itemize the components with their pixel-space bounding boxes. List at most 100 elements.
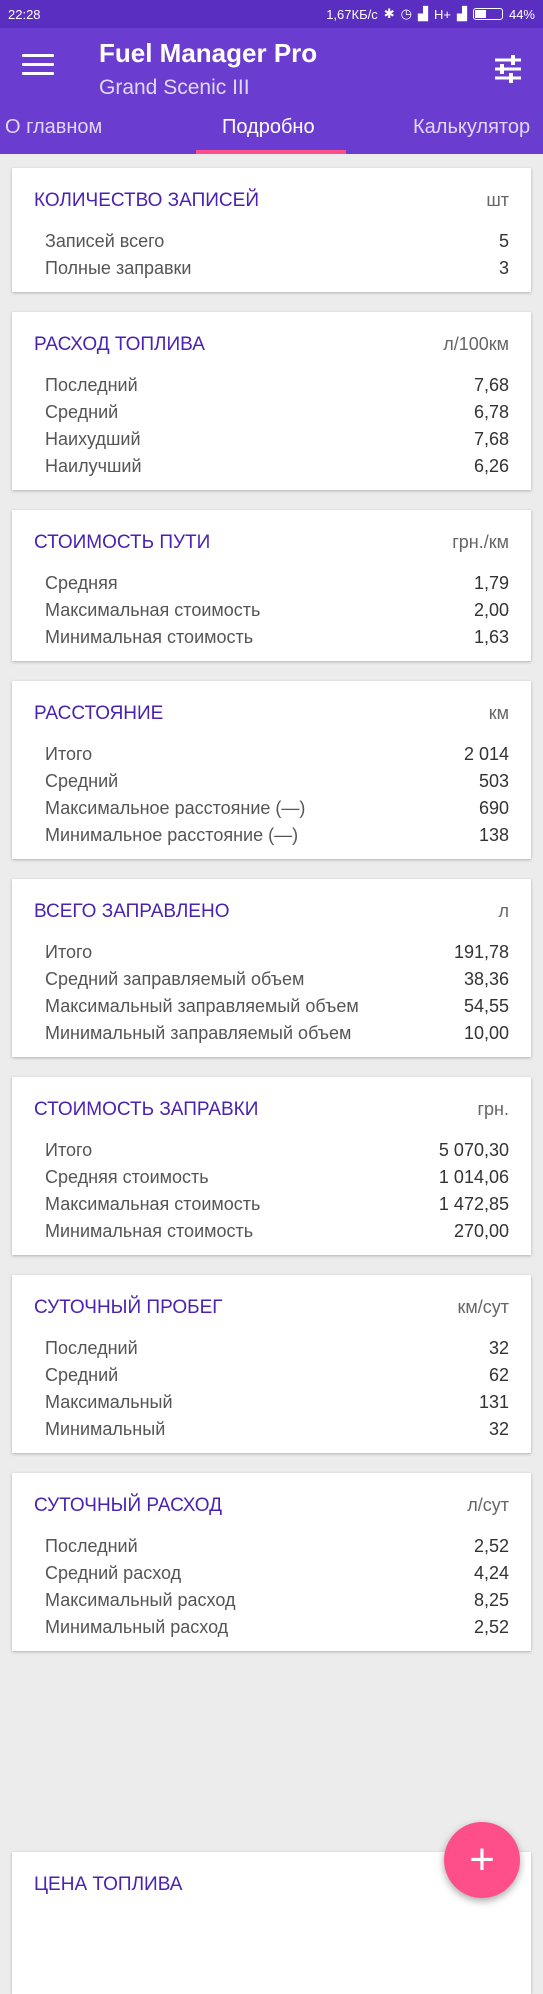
stat-row: Последний 32	[34, 1335, 509, 1362]
card-title: СУТОЧНЫЙ РАСХОД	[34, 1495, 222, 1516]
stat-row: Максимальная стоимость 2,00	[34, 597, 509, 624]
stat-row: Средний заправляемый объем 38,36	[34, 966, 509, 993]
stat-label: Минимальная стоимость	[45, 1221, 254, 1241]
stat-row: Минимальный заправляемый объем 10,00	[34, 1020, 509, 1047]
stat-value: 54,55	[463, 996, 509, 1016]
stat-row: Минимальный расход 2,52	[34, 1614, 509, 1641]
stat-row: Минимальная стоимость 270,00	[34, 1218, 509, 1245]
signal-icon: ▟	[456, 6, 467, 21]
stat-row: Полные заправки 3	[34, 255, 509, 282]
settings-sliders-icon[interactable]	[493, 54, 523, 84]
card-unit: грн.	[477, 1099, 509, 1119]
battery-percent: 44%	[508, 6, 535, 22]
stat-label: Средний	[45, 771, 119, 791]
stat-label: Средний	[45, 1365, 119, 1385]
tab-indicator	[196, 150, 346, 154]
stat-row: Средний 62	[34, 1362, 509, 1389]
stat-row: Последний 2,52	[34, 1533, 509, 1560]
stat-row: Средний 6,78	[34, 399, 509, 426]
stat-value: 270,00	[453, 1221, 509, 1241]
card-title: СТОИМОСТЬ ПУТИ	[34, 532, 211, 553]
stat-label: Итого	[45, 744, 93, 764]
status-time: 22:28	[8, 6, 41, 22]
stat-label: Последний	[45, 375, 138, 395]
stat-value: 32	[488, 1419, 509, 1439]
stat-label: Максимальное расстояние (—)	[45, 798, 306, 818]
battery-icon	[472, 8, 503, 20]
stat-row: Итого 2 014	[34, 741, 509, 768]
stat-row: Записей всего 5	[34, 228, 509, 255]
stat-value: 1,63	[473, 627, 509, 647]
stat-card: СТОИМОСТЬ ЗАПРАВКИ грн. Итого 5 070,30 Средн…	[12, 1077, 531, 1255]
stat-label: Максимальная стоимость	[45, 600, 261, 620]
battery-level	[474, 10, 486, 18]
stat-row: Средняя стоимость 1 014,06	[34, 1164, 509, 1191]
stat-value: 2,52	[473, 1617, 509, 1637]
stat-label: Записей всего	[45, 231, 165, 251]
signal-icon: ▟	[417, 6, 428, 21]
stat-value: 2,52	[473, 1536, 509, 1556]
stat-label: Средний заправляемый объем	[45, 969, 305, 989]
alarm-icon: ◷	[400, 6, 412, 21]
stat-row: Последний 7,68	[34, 372, 509, 399]
card-unit: грн./км	[452, 532, 509, 552]
stat-row: Итого 191,78	[34, 939, 509, 966]
app-bar: Fuel Manager Pro Grand Scenic III О глав…	[0, 28, 543, 154]
stat-card: КОЛИЧЕСТВО ЗАПИСЕЙ шт Записей всего 5 Полные…	[12, 168, 531, 292]
stat-value: 5 070,30	[438, 1140, 509, 1160]
add-button[interactable]: +	[444, 1822, 520, 1898]
stat-label: Максимальный заправляемый объем	[45, 996, 359, 1016]
stat-row: Минимальная стоимость 1,63	[34, 624, 509, 651]
card-unit: л/сут	[467, 1495, 509, 1515]
stat-value: 2 014	[463, 744, 509, 764]
stat-value: 3	[498, 258, 509, 278]
card-unit: км	[488, 703, 509, 723]
app-title: Fuel Manager Pro	[99, 38, 318, 68]
stat-row: Наихудший 7,68	[34, 426, 509, 453]
card-title: РАССТОЯНИЕ	[34, 703, 164, 724]
stat-value: 4,24	[473, 1563, 509, 1583]
stat-value: 62	[488, 1365, 509, 1385]
stat-card: РАССТОЯНИЕ км Итого 2 014 Средний 503 Максимал…	[12, 681, 531, 859]
stat-value: 10,00	[463, 1023, 509, 1043]
stat-label: Наихудший	[45, 429, 141, 449]
stat-label: Минимальное расстояние (—)	[45, 825, 299, 845]
stat-row: Максимальный заправляемый объем 54,55	[34, 993, 509, 1020]
stat-row: Максимальный расход 8,25	[34, 1587, 509, 1614]
stat-row: Итого 5 070,30	[34, 1137, 509, 1164]
stat-card: ВСЕГО ЗАПРАВЛЕНО л Итого 191,78 Средний запр…	[12, 879, 531, 1057]
stat-value: 2,00	[473, 600, 509, 620]
stat-label: Минимальный заправляемый объем	[45, 1023, 352, 1043]
stat-value: 131	[478, 1392, 509, 1412]
stat-value: 1 014,06	[438, 1167, 509, 1187]
tab-details[interactable]: Подробно	[222, 116, 315, 139]
card-unit: л/100км	[443, 334, 509, 354]
stat-row: Минимальное расстояние (—) 138	[34, 822, 509, 849]
stat-value: 8,25	[473, 1590, 509, 1610]
stat-label: Полные заправки	[45, 258, 192, 278]
card-unit: л	[498, 901, 509, 921]
stat-label: Минимальный расход	[45, 1617, 229, 1637]
stat-value: 191,78	[453, 942, 509, 962]
stat-card: СУТОЧНЫЙ РАСХОД л/сут Последний 2,52 Средний…	[12, 1473, 531, 1651]
tab-overview[interactable]: О главном	[5, 116, 102, 139]
card-unit: км/сут	[457, 1297, 510, 1317]
tab-calculator[interactable]: Калькулятор	[413, 116, 530, 139]
status-bar: 22:28 1,67КБ/с ✱ ◷ ▟ H+ ▟ 44%	[0, 0, 543, 28]
stat-label: Максимальный расход	[45, 1590, 236, 1610]
stat-label: Средний	[45, 402, 119, 422]
stat-row: Средний 503	[34, 768, 509, 795]
bluetooth-icon: ✱	[383, 6, 395, 21]
menu-icon[interactable]	[22, 54, 54, 78]
stat-row: Средняя 1,79	[34, 570, 509, 597]
stats-list: КОЛИЧЕСТВО ЗАПИСЕЙ шт Записей всего 5 Полные…	[0, 154, 543, 1651]
stat-value: 6,26	[473, 456, 509, 476]
card-title: СУТОЧНЫЙ ПРОБЕГ	[34, 1297, 223, 1318]
status-right: 1,67КБ/с ✱ ◷ ▟ H+ ▟ 44%	[326, 6, 535, 22]
stat-value: 1 472,85	[438, 1194, 509, 1214]
card-title: СТОИМОСТЬ ЗАПРАВКИ	[34, 1099, 259, 1120]
stat-label: Итого	[45, 1140, 93, 1160]
stat-value: 1,79	[473, 573, 509, 593]
stat-value: 690	[478, 798, 509, 818]
card-title: ЦЕНА ТОПЛИВА	[34, 1874, 183, 1895]
